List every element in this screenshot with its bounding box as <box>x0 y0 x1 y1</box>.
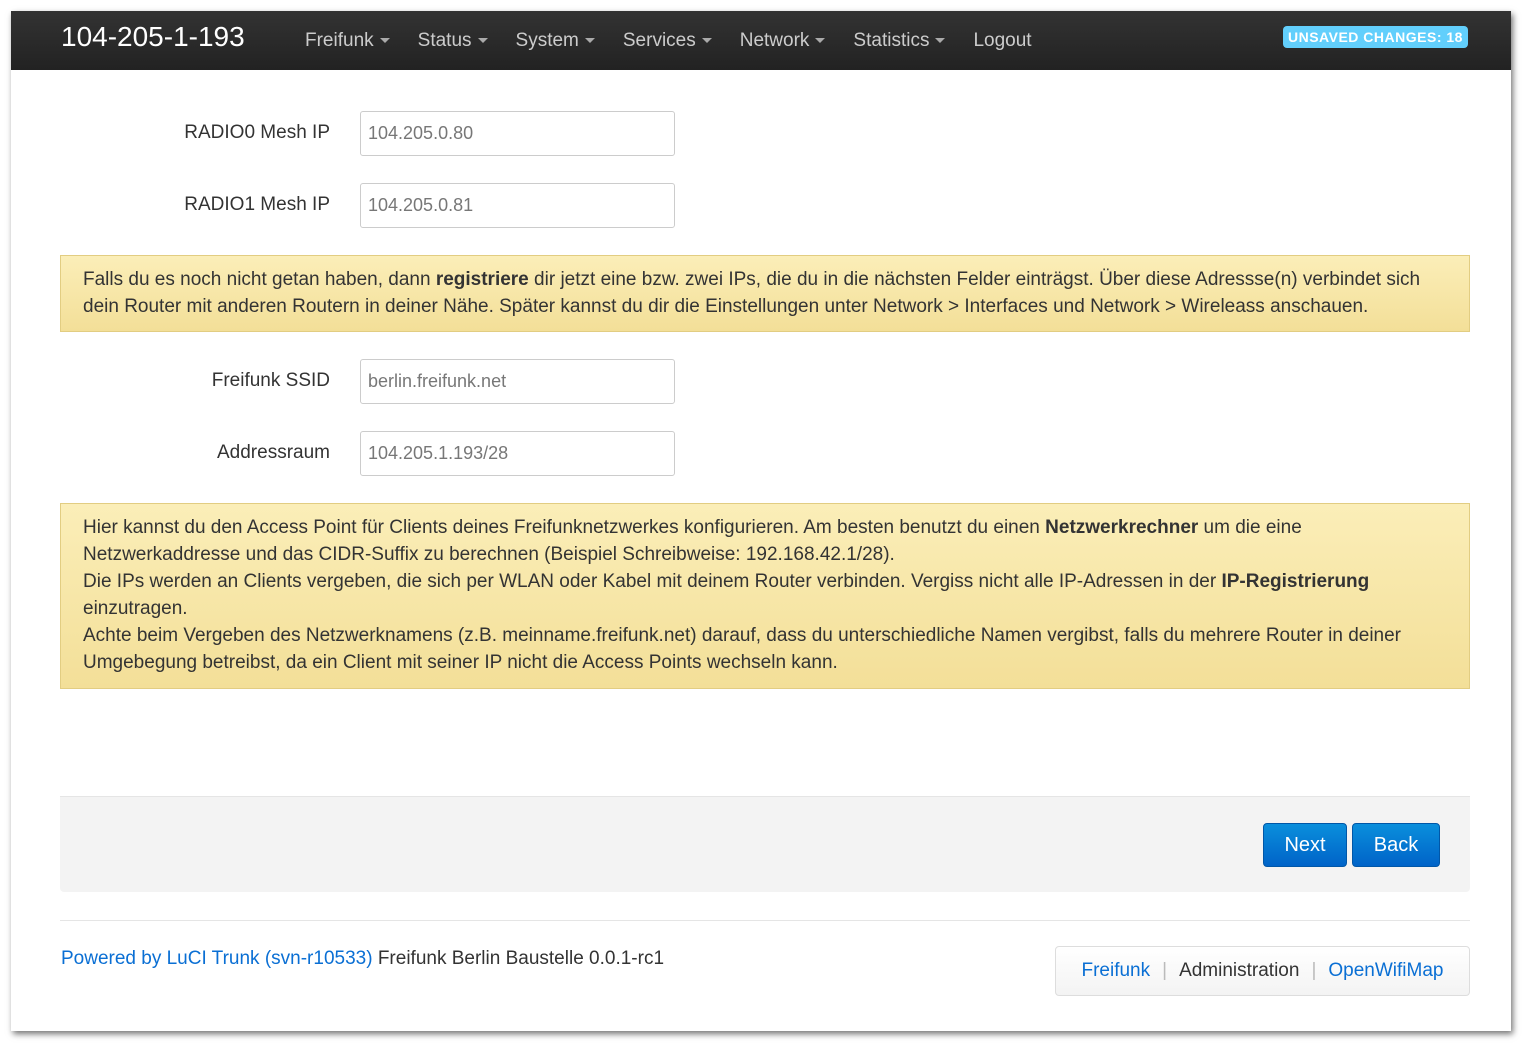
ap-info-alert: Hier kannst du den Access Point für Clie… <box>60 503 1470 689</box>
alert-text: Achte beim Vergeben des Netzwerknamens (… <box>83 625 1402 673</box>
alert-text: Hier kannst du den Access Point für Clie… <box>83 517 1046 538</box>
link-openwifimap[interactable]: OpenWifiMap <box>1328 960 1443 982</box>
radio1-row: RADIO1 Mesh IP <box>11 183 1511 228</box>
caret-down-icon <box>935 37 946 43</box>
radio0-row: RADIO0 Mesh IP <box>11 111 1511 156</box>
caret-down-icon <box>584 37 595 43</box>
caret-down-icon <box>815 37 826 43</box>
link-freifunk[interactable]: Freifunk <box>1081 960 1150 982</box>
addr-row: Addressraum <box>11 431 1511 476</box>
form-actions: Next Back <box>60 796 1470 892</box>
link-administration[interactable]: Administration <box>1179 960 1299 982</box>
divider <box>60 920 1470 921</box>
alert-text: einzutragen. <box>83 598 188 619</box>
radio1-label: RADIO1 Mesh IP <box>184 194 330 215</box>
navbar: 104-205-1-193 Freifunk Status System Ser… <box>11 11 1511 70</box>
separator: | <box>1311 960 1317 981</box>
next-button[interactable]: Next <box>1263 823 1347 867</box>
back-button[interactable]: Back <box>1352 823 1440 867</box>
ssid-row: Freifunk SSID <box>11 359 1511 404</box>
alert-bold: registriere <box>435 269 529 290</box>
menu-system[interactable]: System <box>502 30 609 52</box>
menu-logout[interactable]: Logout <box>959 30 1045 52</box>
ssid-label: Freifunk SSID <box>211 370 330 391</box>
menu-status[interactable]: Status <box>404 30 502 52</box>
hostname-brand[interactable]: 104-205-1-193 <box>61 21 245 53</box>
ssid-input[interactable] <box>360 359 675 404</box>
radio1-mesh-ip-input[interactable] <box>360 183 675 228</box>
alert-text: Die IPs werden an Clients vergeben, die … <box>83 571 1222 592</box>
main-menu: Freifunk Status System Services Network … <box>291 11 1046 70</box>
address-range-input[interactable] <box>360 431 675 476</box>
caret-down-icon <box>477 37 488 43</box>
menu-freifunk[interactable]: Freifunk <box>291 30 404 52</box>
menu-services[interactable]: Services <box>609 30 726 52</box>
radio0-mesh-ip-input[interactable] <box>360 111 675 156</box>
radio0-label: RADIO0 Mesh IP <box>184 122 330 143</box>
unsaved-changes-badge[interactable]: UNSAVED CHANGES: 18 <box>1283 26 1468 48</box>
caret-down-icon <box>701 37 712 43</box>
browser-window: 104-205-1-193 Freifunk Status System Ser… <box>11 11 1511 1031</box>
menu-statistics[interactable]: Statistics <box>839 30 959 52</box>
footer-links: Freifunk | Administration | OpenWifiMap <box>1055 946 1470 996</box>
separator: | <box>1162 960 1168 981</box>
version-text: Freifunk Berlin Baustelle 0.0.1-rc1 <box>372 948 665 969</box>
alert-bold: Netzwerkrechner <box>1045 517 1199 538</box>
luci-link[interactable]: Powered by LuCI Trunk (svn-r10533) <box>61 948 373 969</box>
addr-label: Addressraum <box>217 442 330 463</box>
footer-powered: Powered by LuCI Trunk (svn-r10533) Freif… <box>61 948 664 970</box>
alert-text: Falls du es noch nicht getan haben, dann <box>83 269 436 290</box>
alert-bold: IP-Registrierung <box>1221 571 1370 592</box>
caret-down-icon <box>379 37 390 43</box>
mesh-info-alert: Falls du es noch nicht getan haben, dann… <box>60 255 1470 332</box>
menu-network[interactable]: Network <box>726 30 840 52</box>
